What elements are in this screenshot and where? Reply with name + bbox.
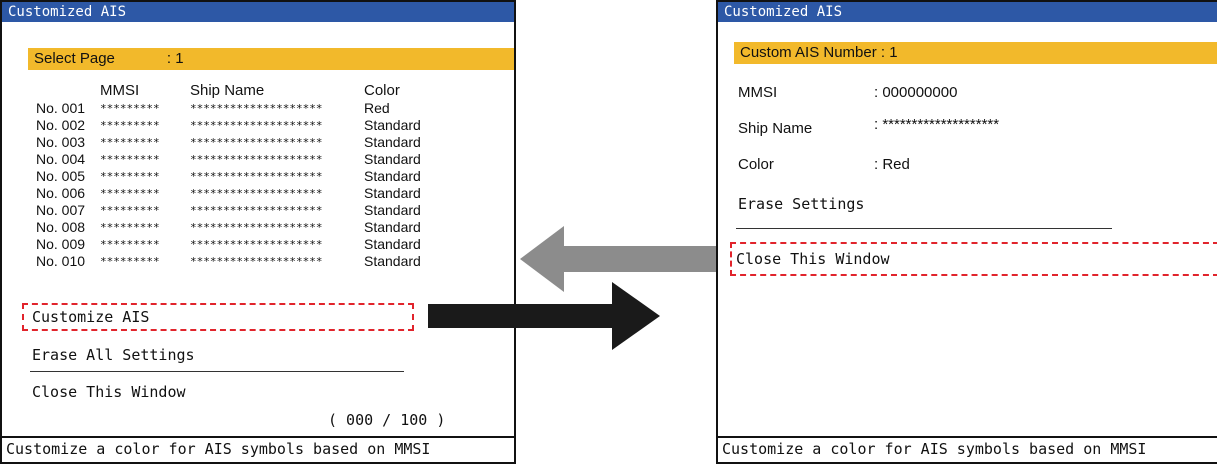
status-bar: Customize a color for AIS symbols based … [2,436,514,462]
table-row[interactable]: No. 010 ********* ******************** Stan… [36,253,444,270]
column-header-mmsi: MMSI [100,82,140,99]
status-bar: Customize a color for AIS symbols based … [718,436,1217,462]
color-value[interactable]: : Red [874,156,910,174]
color-label: Color [738,156,774,173]
customized-ais-detail-window: Customized AIS Custom AIS Number : 1 MMS… [716,0,1217,464]
ship-name-label: Ship Name [738,120,813,137]
mmsi-label: MMSI [738,84,778,101]
table-row[interactable]: No. 007 ********* ******************** Stan… [36,202,444,219]
row-color: Standard [364,117,421,133]
table-row[interactable]: No. 006 ********* ******************** Stan… [36,185,444,202]
custom-ais-number-row: Custom AIS Number : 1 [734,42,1217,64]
row-ship-name: ******************** [190,187,323,200]
row-color: Standard [364,219,421,235]
window-title: Customized AIS [718,2,1217,22]
row-mmsi: ********* [100,238,160,251]
select-page-value: : 1 [166,50,184,67]
row-number: No. 010 [36,253,86,269]
row-ship-name: ******************** [190,153,323,166]
row-mmsi: ********* [100,187,160,200]
ship-name-value[interactable]: : ******************** [874,116,999,134]
table-row[interactable]: No. 004 ********* ******************** Stan… [36,151,444,168]
row-ship-name: ******************** [190,255,323,268]
row-color: Standard [364,151,421,167]
table-row[interactable]: No. 005 ********* ******************** Stan… [36,168,444,185]
row-color: Standard [364,202,421,218]
select-page-label: Select Page [34,50,115,67]
column-header-ship-name: Ship Name [190,82,265,99]
row-mmsi: ********* [100,221,160,234]
mmsi-value[interactable]: : 000000000 [874,84,957,102]
row-number: No. 004 [36,151,86,167]
row-ship-name: ******************** [190,136,323,149]
row-ship-name: ******************** [190,119,323,132]
table-row[interactable]: No. 009 ********* ******************** Stan… [36,236,444,253]
row-number: No. 001 [36,100,86,116]
row-number: No. 003 [36,134,86,150]
row-number: No. 002 [36,117,86,133]
row-color: Standard [364,134,421,150]
row-mmsi: ********* [100,102,160,115]
ais-list-table: No. 001 ********* ******************** Red N… [36,100,444,270]
row-ship-name: ******************** [190,170,323,183]
erase-all-settings-button[interactable]: Erase All Settings [32,346,195,364]
row-ship-name: ******************** [190,221,323,234]
row-ship-name: ******************** [190,238,323,251]
row-color: Standard [364,185,421,201]
row-ship-name: ******************** [190,102,323,115]
page-counter: ( 000 / 100 ) [328,411,446,429]
row-mmsi: ********* [100,255,160,268]
close-window-button[interactable]: Close This Window [32,383,186,401]
erase-settings-button[interactable]: Erase Settings [738,195,864,213]
select-page-row[interactable]: Select Page : 1 [28,48,514,70]
row-color: Red [364,100,390,116]
customize-ais-button[interactable]: Customize AIS [32,308,149,326]
row-color: Standard [364,236,421,252]
column-header-color: Color [364,82,400,99]
row-mmsi: ********* [100,204,160,217]
close-window-button[interactable]: Close This Window [736,250,890,268]
table-row[interactable]: No. 003 ********* ******************** Stan… [36,134,444,151]
row-mmsi: ********* [100,136,160,149]
row-mmsi: ********* [100,153,160,166]
window-title: Customized AIS [2,2,514,22]
row-mmsi: ********* [100,170,160,183]
table-row[interactable]: No. 002 ********* ******************** Stan… [36,117,444,134]
table-row[interactable]: No. 008 ********* ******************** Stan… [36,219,444,236]
divider [30,371,404,372]
row-number: No. 005 [36,168,86,184]
right-arrow-icon [428,282,660,350]
divider [736,228,1112,229]
row-number: No. 006 [36,185,86,201]
row-color: Standard [364,253,421,269]
row-ship-name: ******************** [190,204,323,217]
table-row[interactable]: No. 001 ********* ******************** Red [36,100,444,117]
row-number: No. 008 [36,219,86,235]
row-color: Standard [364,168,421,184]
row-number: No. 007 [36,202,86,218]
row-mmsi: ********* [100,119,160,132]
row-number: No. 009 [36,236,86,252]
customized-ais-list-window: Customized AIS Select Page : 1 MMSI Ship … [0,0,516,464]
